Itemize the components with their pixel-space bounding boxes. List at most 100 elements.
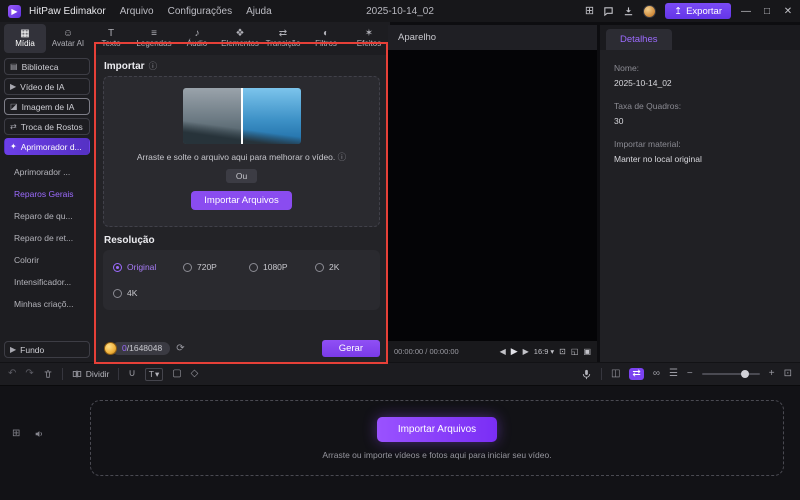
- minimize-button[interactable]: —: [740, 6, 752, 17]
- sidebar-item-video-de-ia[interactable]: ▶ Vídeo de IA: [4, 78, 90, 95]
- coin-icon: [104, 341, 117, 355]
- sidebar-item-biblioteca[interactable]: ▤ Biblioteca: [4, 58, 90, 75]
- sidebar-item-imagem-de-ia[interactable]: ◪ Imagem de IA: [4, 98, 90, 115]
- feedback-icon[interactable]: [603, 6, 614, 17]
- or-label: Ou: [225, 169, 258, 183]
- import-panel: Importar ⓘ Arraste e solte o arquivo aqu…: [95, 55, 388, 362]
- caret-right-icon: ▶: [10, 344, 17, 354]
- resize-icon[interactable]: ◱: [571, 347, 579, 356]
- track-view-icon[interactable]: ◫: [611, 369, 620, 379]
- voice-record-icon[interactable]: [581, 369, 592, 380]
- auto-ripple-icon[interactable]: ⇄: [629, 368, 644, 380]
- preview-viewport[interactable]: [388, 50, 597, 341]
- sidebar-item-troca-de-rostos[interactable]: ⇄ Troca de Rostos: [4, 118, 90, 135]
- user-avatar[interactable]: [643, 4, 657, 18]
- track-manager-icon[interactable]: ☰: [669, 369, 678, 379]
- tab-texto[interactable]: T Texto: [90, 24, 132, 53]
- fit-timeline-icon[interactable]: ⊡: [784, 369, 792, 379]
- import-files-button[interactable]: Importar Arquivos: [191, 191, 292, 210]
- layout-icon[interactable]: ⊞: [585, 5, 594, 17]
- tab-efeitos[interactable]: ✶ Efeitos: [348, 24, 390, 53]
- thumbnail-divider: [240, 88, 243, 144]
- generate-button[interactable]: Gerar: [321, 339, 380, 357]
- radio-720p[interactable]: 720P: [183, 259, 249, 275]
- avatar-ai-icon: ☺: [62, 28, 74, 39]
- timeline-zoom-slider[interactable]: [701, 370, 760, 378]
- aspect-ratio-select[interactable]: 16:9 ▾: [534, 347, 554, 356]
- maximize-button[interactable]: □: [761, 6, 773, 17]
- sidebar-item-fundo[interactable]: ▶ Fundo: [4, 341, 90, 358]
- keyframe-icon[interactable]: ◇: [191, 369, 199, 379]
- app-name: HitPaw Edimakor: [29, 5, 106, 17]
- text-icon: T: [107, 28, 115, 39]
- preview-controls: 00:00:00 / 00:00:00 ◀ ▶ ▶ 16:9 ▾ ⊡ ◱ ▣: [388, 341, 597, 362]
- resolution-options: Original 720P 1080P 2K 4K: [103, 250, 380, 310]
- undo-icon[interactable]: ↶: [8, 369, 16, 379]
- sidebar-subitem-aprimorador[interactable]: Aprimorador ...: [0, 161, 94, 183]
- sidebar-subitem-reparo-de-qu[interactable]: Reparo de qu...: [0, 205, 94, 227]
- timeline-import-button[interactable]: Importar Arquivos: [376, 416, 498, 442]
- delete-icon[interactable]: [43, 369, 53, 379]
- tab-legendas[interactable]: ≡ Legendas: [133, 24, 175, 53]
- track-grid-icon[interactable]: ⊞: [12, 428, 20, 439]
- next-frame-icon[interactable]: ▶: [523, 347, 529, 356]
- fullscreen-icon[interactable]: ▣: [583, 347, 591, 356]
- magnet-icon[interactable]: ∪: [128, 369, 135, 379]
- drop-hint-text: Arraste e solte o arquivo aqui para melh…: [136, 152, 347, 162]
- file-dropzone[interactable]: Arraste e solte o arquivo aqui para melh…: [103, 76, 380, 227]
- prev-frame-icon[interactable]: ◀: [500, 347, 506, 356]
- menu-configuracoes[interactable]: Configurações: [168, 6, 232, 17]
- text-tool-button[interactable]: T ▾: [144, 367, 164, 381]
- tab-filtros[interactable]: ◐ Filtros: [305, 24, 347, 53]
- menu-arquivo[interactable]: Arquivo: [120, 6, 154, 17]
- titlebar: ▶ HitPaw Edimakor Arquivo Configurações …: [0, 0, 800, 22]
- track-audio-icon[interactable]: [34, 429, 44, 439]
- tab-audio[interactable]: ♪ Áudio: [176, 24, 218, 53]
- zoom-in-icon[interactable]: +: [769, 369, 775, 379]
- radio-dot-icon: [113, 262, 122, 272]
- import-panel-header: Importar ⓘ: [104, 60, 157, 72]
- timeline-area: ⊞ Importar Arquivos Arraste ou importe v…: [0, 386, 800, 500]
- radio-dot-icon: [183, 262, 192, 272]
- link-clips-icon[interactable]: ∞: [653, 369, 660, 379]
- export-button[interactable]: ↥ Exportar: [665, 3, 731, 19]
- time-display: 00:00:00 / 00:00:00: [394, 347, 459, 356]
- preview-header: Aparelho: [388, 25, 597, 50]
- details-panel: Nome: 2025-10-14_02 Taxa de Quadros: 30 …: [600, 50, 800, 362]
- play-icon[interactable]: ▶: [511, 347, 518, 356]
- project-title: 2025-10-14_02: [366, 5, 434, 17]
- split-button[interactable]: Dividir: [72, 369, 109, 379]
- radio-2k[interactable]: 2K: [315, 259, 355, 275]
- sidebar-item-aprimorador[interactable]: ✦ Aprimorador d...: [4, 138, 90, 155]
- timeline-dropzone[interactable]: Importar Arquivos Arraste ou importe víd…: [90, 400, 784, 476]
- refresh-icon[interactable]: ⟳: [176, 343, 184, 354]
- radio-4k[interactable]: 4K: [113, 285, 179, 301]
- menu-ajuda[interactable]: Ajuda: [246, 6, 272, 17]
- sidebar-sublist: Aprimorador ... Reparos Gerais Reparo de…: [0, 161, 94, 315]
- sidebar-subitem-reparo-de-ret[interactable]: Reparo de ret...: [0, 227, 94, 249]
- radio-1080p[interactable]: 1080P: [249, 259, 315, 275]
- crop-icon[interactable]: ▢: [172, 369, 181, 379]
- chevron-down-icon: ▾: [154, 368, 160, 379]
- sidebar-subitem-reparos-gerais[interactable]: Reparos Gerais: [0, 183, 94, 205]
- tab-midia[interactable]: ▦ Mídia: [4, 24, 46, 53]
- sidebar: ▤ Biblioteca ▶ Vídeo de IA ◪ Imagem de I…: [0, 55, 95, 362]
- redo-icon[interactable]: ↷: [25, 369, 33, 379]
- radio-original[interactable]: Original: [113, 259, 183, 275]
- sidebar-subitem-minhas-criacoes[interactable]: Minhas criaçõ...: [0, 293, 94, 315]
- info-icon[interactable]: ⓘ: [338, 152, 347, 162]
- snapshot-icon[interactable]: ⊡: [559, 347, 566, 356]
- info-icon[interactable]: ⓘ: [149, 60, 158, 72]
- tab-avatar-ai[interactable]: ☺ Avatar AI: [47, 24, 89, 53]
- sidebar-subitem-colorir[interactable]: Colorir: [0, 249, 94, 271]
- zoom-out-icon[interactable]: −: [687, 369, 693, 379]
- tab-elementos[interactable]: ❖ Elementos: [219, 24, 261, 53]
- enhancer-icon: ✦: [10, 141, 17, 151]
- tab-transicao[interactable]: ⇄ Transição: [262, 24, 304, 53]
- download-icon[interactable]: [623, 6, 634, 17]
- slider-knob[interactable]: [741, 370, 750, 378]
- radio-dot-icon: [315, 262, 324, 272]
- tab-detalhes[interactable]: Detalhes: [606, 29, 672, 50]
- sidebar-subitem-intensificador[interactable]: Intensificador...: [0, 271, 94, 293]
- close-button[interactable]: ✕: [782, 6, 794, 17]
